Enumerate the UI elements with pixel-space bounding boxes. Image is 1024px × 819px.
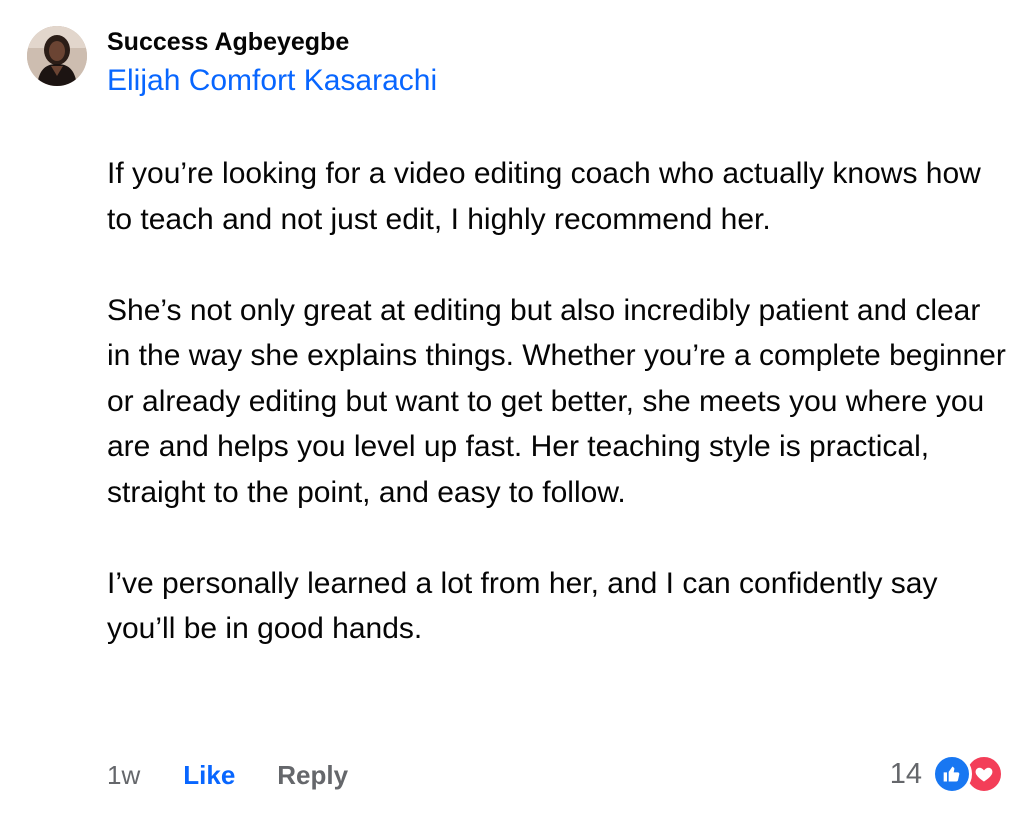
mentioned-user-link[interactable]: Elijah Comfort Kasarachi <box>107 64 437 98</box>
like-icon <box>932 754 972 794</box>
like-button[interactable]: Like <box>183 760 235 791</box>
comment-author-name[interactable]: Success Agbeyegbe <box>107 28 349 57</box>
comment-paragraph: She’s not only great at editing but also… <box>107 293 1006 509</box>
comment-paragraph: I’ve personally learned a lot from her, … <box>107 566 938 646</box>
comment-timestamp[interactable]: 1w <box>107 760 140 791</box>
reaction-count: 14 <box>889 757 922 790</box>
comment: Success Agbeyegbe Elijah Comfort Kasarac… <box>0 0 1024 819</box>
reply-button[interactable]: Reply <box>277 760 348 791</box>
comment-actions: 1w Like Reply <box>107 757 348 793</box>
reaction-icons <box>932 754 1004 794</box>
reactions-summary[interactable]: 14 <box>890 752 1004 796</box>
comment-body: If you’re looking for a video editing co… <box>107 151 1007 652</box>
avatar[interactable] <box>27 26 87 86</box>
comment-paragraph: If you’re looking for a video editing co… <box>107 157 981 236</box>
avatar-image <box>27 26 87 86</box>
